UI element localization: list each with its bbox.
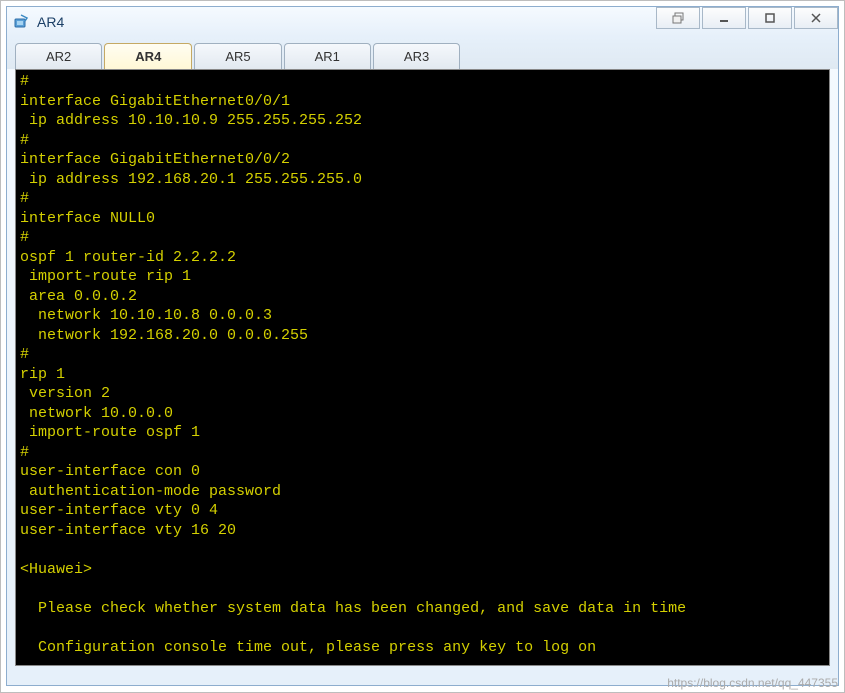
minimize-button[interactable]: [702, 7, 746, 29]
terminal-output[interactable]: # interface GigabitEthernet0/0/1 ip addr…: [15, 69, 830, 666]
tab-ar1[interactable]: AR1: [284, 43, 371, 69]
tab-label: AR2: [46, 49, 71, 64]
app-icon: [13, 13, 31, 31]
application-window: AR4: [6, 6, 839, 686]
watermark-text: https://blog.csdn.net/qq_447355: [667, 676, 838, 690]
titlebar: AR4: [7, 7, 838, 37]
tab-ar4[interactable]: AR4: [104, 43, 192, 69]
tab-label: AR4: [135, 49, 161, 64]
maximize-button[interactable]: [748, 7, 792, 29]
close-button[interactable]: [794, 7, 838, 29]
detach-button[interactable]: [656, 7, 700, 29]
window-controls: [656, 7, 838, 29]
tab-label: AR1: [315, 49, 340, 64]
tabs-container: AR2 AR4 AR5 AR1 AR3: [7, 37, 838, 69]
tab-ar2[interactable]: AR2: [15, 43, 102, 69]
tab-ar3[interactable]: AR3: [373, 43, 460, 69]
tab-label: AR3: [404, 49, 429, 64]
tab-bar: AR2 AR4 AR5 AR1 AR3: [15, 43, 830, 69]
tab-label: AR5: [225, 49, 250, 64]
tab-ar5[interactable]: AR5: [194, 43, 281, 69]
